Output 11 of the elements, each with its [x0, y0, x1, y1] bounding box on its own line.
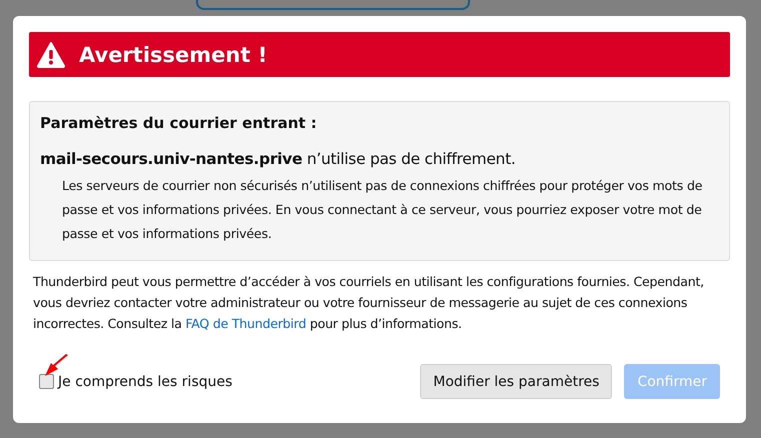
section-heading: Paramètres du courrier entrant :: [40, 114, 318, 132]
settings-button[interactable]: Modifier les paramètres: [420, 364, 612, 399]
risk-checkbox[interactable]: [39, 374, 54, 389]
checkbox-label: Je comprends les risques: [58, 374, 232, 390]
explanation-text: Les serveurs de courrier non sécurisés n’utilisent pas de connexions chiffrées pour protéger vos mots de passe et vos informations privées. En vous connectant à ce serveur, vous pourriez exposer votre mot de passe et vos informations privées.: [61, 177, 704, 243]
server-warning: mail-secours.univ-nantes.prive n’utilise pas de chiffrement.: [40, 150, 516, 168]
warning-icon: [37, 42, 65, 68]
arrow-icon: [43, 354, 69, 378]
faq-link[interactable]: FAQ de Thunderbird: [185, 316, 306, 331]
dialog-title: Avertissement !: [79, 42, 268, 66]
info-paragraph: Thunderbird peut vous permettre d’accéder à vos courriels en utilisant les configurations fournies. Cependant, vous devriez contacter votre administrateur ou votre fournisseur de messagerie au sujet de ces connexions incorrectes. Consultez la FAQ de Thunderbird pour plus d’informations.: [32, 273, 705, 333]
